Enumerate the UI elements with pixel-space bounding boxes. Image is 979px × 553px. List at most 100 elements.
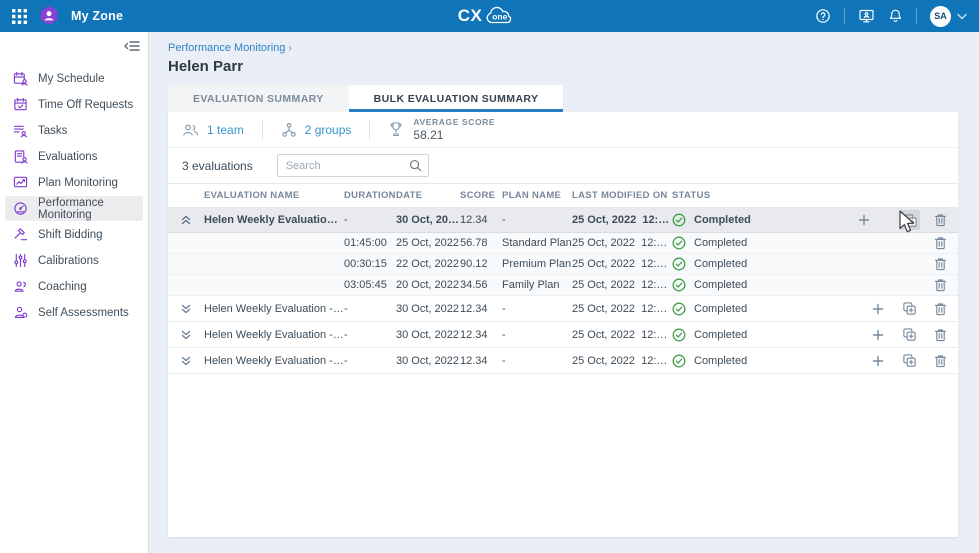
last-modified-value: 25 Oct, 2022 12:45 PM: [572, 258, 672, 270]
tab-bar: EVALUATION SUMMARYBULK EVALUATION SUMMAR…: [168, 85, 958, 112]
date-value: 30 Oct, 2022: [396, 355, 460, 367]
notifications-button[interactable]: [888, 8, 903, 24]
breadcrumb: Performance Monitoring›: [168, 42, 958, 55]
delete-button[interactable]: [930, 254, 950, 274]
copy-button[interactable]: [899, 325, 919, 345]
tab-evaluation-summary[interactable]: EVALUATION SUMMARY: [168, 85, 349, 112]
table-row[interactable]: Helen Weekly Evaluation - June 20 - 30 O…: [168, 322, 958, 348]
table-row[interactable]: 00:30:15 22 Oct, 2022 90.12 Premium Plan…: [168, 254, 958, 275]
average-score-label: AVERAGE SCORE: [413, 117, 495, 127]
sidebar-item-coaching[interactable]: Coaching: [5, 274, 143, 299]
add-evaluation-button[interactable]: [854, 210, 873, 230]
status-label: Completed: [694, 214, 751, 226]
evaluation-name: Helen Weekly Evaluation - June 20: [204, 355, 344, 367]
table-header-row: EVALUATION NAME DURATION DATE SCORE PLAN…: [168, 183, 958, 208]
last-modified-value: 25 Oct, 2022 12:45 PM: [572, 303, 672, 315]
tab-bulk-evaluation-summary[interactable]: BULK EVALUATION SUMMARY: [349, 85, 564, 112]
groups-link[interactable]: 2 groups: [281, 122, 352, 138]
col-status: STATUS: [672, 190, 854, 201]
copy-button[interactable]: [899, 351, 919, 371]
plan-monitoring-icon: [13, 175, 28, 190]
teams-link[interactable]: 1 team: [182, 122, 244, 138]
sidebar-item-evaluations[interactable]: Evaluations: [5, 144, 143, 169]
date-value: 30 Oct, 2022: [396, 303, 460, 315]
plan-name-value: Family Plan: [502, 279, 572, 291]
plan-name-value: Standard Plan: [502, 237, 572, 249]
col-plan-name: PLAN NAME: [502, 190, 572, 201]
status-label: Completed: [694, 279, 747, 291]
summary-divider: [262, 120, 263, 140]
last-modified-value: 25 Oct, 2022 12:45 PM: [572, 329, 672, 341]
plus-icon: [872, 355, 884, 367]
delete-button[interactable]: [931, 210, 950, 230]
last-modified-value: 25 Oct, 2022 12:45 PM: [572, 279, 672, 291]
table-row[interactable]: Helen Weekly Evaluation - June 20 - 30 O…: [168, 296, 958, 322]
sidebar-collapse-icon: [124, 39, 140, 53]
expand-toggle-button[interactable]: [180, 355, 192, 367]
delete-button[interactable]: [930, 275, 950, 295]
add-evaluation-button[interactable]: [868, 351, 888, 371]
sidebar-collapse-button[interactable]: [124, 39, 140, 53]
main-content: Performance Monitoring› Helen Parr EVALU…: [149, 32, 979, 553]
user-menu-button[interactable]: SA: [930, 6, 967, 27]
breadcrumb-chevron-icon: ›: [288, 43, 291, 54]
content-card: 1 team 2 groups: [168, 112, 958, 537]
topbar: My Zone CX one: [0, 0, 979, 32]
groups-icon: [281, 122, 297, 138]
sidebar-item-plan-monitoring[interactable]: Plan Monitoring: [5, 170, 143, 195]
table-row[interactable]: Helen Weekly Evaluation - June 20 - 30 O…: [168, 348, 958, 374]
status-badge: Completed: [672, 278, 854, 292]
status-label: Completed: [694, 329, 747, 341]
duration-value: -: [344, 355, 396, 367]
sidebar-item-time-off-requests[interactable]: Time Off Requests: [5, 92, 143, 117]
topbar-divider: [844, 8, 845, 24]
score-value: 34.56: [460, 279, 502, 291]
table-row[interactable]: Helen Weekly Evaluation - June... - 30 O…: [168, 208, 958, 233]
last-modified-value: 25 Oct, 2022 12:45 PM: [572, 237, 672, 249]
summary-bar: 1 team 2 groups: [168, 112, 958, 148]
copy-button[interactable]: [900, 210, 919, 230]
evaluations-icon: [13, 149, 28, 164]
completed-check-icon: [672, 278, 686, 292]
sidebar-item-my-schedule[interactable]: My Schedule: [5, 66, 143, 91]
last-modified-value: 25 Oct, 2022 12:45 PM: [572, 355, 672, 367]
sidebar: My Schedule Time Off Requests Tasks Eval…: [0, 32, 149, 553]
plan-name-value: -: [502, 303, 572, 315]
delete-button[interactable]: [930, 299, 950, 319]
sidebar-item-shift-bidding[interactable]: Shift Bidding: [5, 222, 143, 247]
sidebar-item-self-assessments[interactable]: Self Assessments: [5, 300, 143, 325]
app-launcher-button[interactable]: [12, 9, 27, 24]
copy-button[interactable]: [899, 299, 919, 319]
add-evaluation-button[interactable]: [868, 299, 888, 319]
status-badge: Completed: [672, 213, 854, 227]
evaluation-count: 3 evaluations: [182, 159, 253, 173]
status-badge: Completed: [672, 236, 854, 250]
add-evaluation-button[interactable]: [868, 325, 888, 345]
completed-check-icon: [672, 257, 686, 271]
date-value: 30 Oct, 2022: [396, 329, 460, 341]
completed-check-icon: [672, 213, 686, 227]
status-badge: Completed: [672, 328, 854, 342]
table-body: Helen Weekly Evaluation - June... - 30 O…: [168, 208, 958, 374]
sidebar-item-performance-monitoring[interactable]: Performance Monitoring: [5, 196, 143, 221]
breadcrumb-link[interactable]: Performance Monitoring: [168, 42, 285, 54]
copy-icon: [902, 353, 917, 368]
delete-button[interactable]: [930, 325, 950, 345]
sidebar-item-tasks[interactable]: Tasks: [5, 118, 143, 143]
help-button[interactable]: [815, 8, 831, 24]
evaluation-name: Helen Weekly Evaluation - June 20: [204, 329, 344, 341]
status-label: Completed: [694, 355, 747, 367]
col-duration: DURATION: [344, 190, 396, 201]
table-row[interactable]: 03:05:45 20 Oct, 2022 34.56 Family Plan …: [168, 275, 958, 296]
agent-console-button[interactable]: [858, 8, 875, 24]
table-row[interactable]: 01:45:00 25 Oct, 2022 56.78 Standard Pla…: [168, 233, 958, 254]
performance-monitoring-icon: [13, 201, 28, 216]
score-value: 90.12: [460, 258, 502, 270]
delete-button[interactable]: [930, 351, 950, 371]
copy-icon: [902, 301, 917, 316]
delete-button[interactable]: [930, 233, 950, 253]
tasks-icon: [13, 123, 28, 138]
status-label: Completed: [694, 258, 747, 270]
search-input[interactable]: [277, 154, 429, 177]
sidebar-item-calibrations[interactable]: Calibrations: [5, 248, 143, 273]
